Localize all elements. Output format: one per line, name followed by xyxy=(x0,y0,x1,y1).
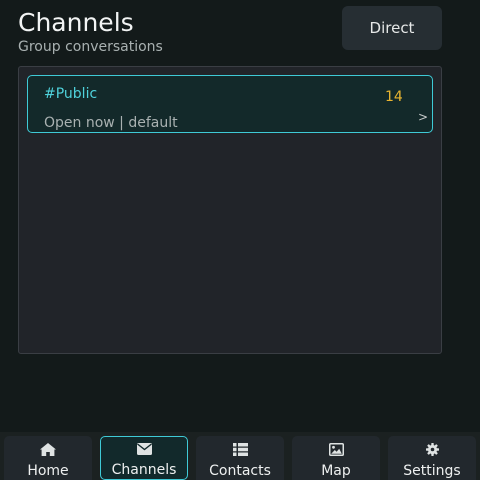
channel-detail: Open now | default xyxy=(44,115,178,131)
tab-label: Home xyxy=(27,463,69,479)
tab-settings[interactable]: Settings xyxy=(388,436,476,480)
home-icon xyxy=(4,443,92,456)
unread-count-badge: 14 xyxy=(385,89,403,105)
bottom-tab-bar: Home Channels Contacts Map Settings xyxy=(0,432,480,480)
tab-home[interactable]: Home xyxy=(4,436,92,480)
channels-screen: Channels Group conversations Direct #Pub… xyxy=(0,0,480,480)
list-icon xyxy=(196,443,284,456)
gear-icon xyxy=(388,443,476,456)
tab-label: Map xyxy=(321,463,351,479)
tab-map[interactable]: Map xyxy=(292,436,380,480)
tab-label: Channels xyxy=(111,462,177,478)
tab-label: Contacts xyxy=(209,463,271,479)
tab-label: Settings xyxy=(403,463,461,479)
image-icon xyxy=(292,443,380,456)
channel-item-public[interactable]: #Public 14 Open now | default > xyxy=(27,75,433,133)
page-subtitle: Group conversations xyxy=(18,39,163,55)
envelope-icon xyxy=(101,443,187,456)
channel-list: #Public 14 Open now | default > xyxy=(18,66,442,354)
channel-name: #Public xyxy=(44,86,98,102)
direct-button[interactable]: Direct xyxy=(342,6,442,50)
chevron-right-icon: > xyxy=(418,110,429,124)
tab-contacts[interactable]: Contacts xyxy=(196,436,284,480)
page-title: Channels xyxy=(18,8,134,37)
tab-channels[interactable]: Channels xyxy=(100,436,188,480)
